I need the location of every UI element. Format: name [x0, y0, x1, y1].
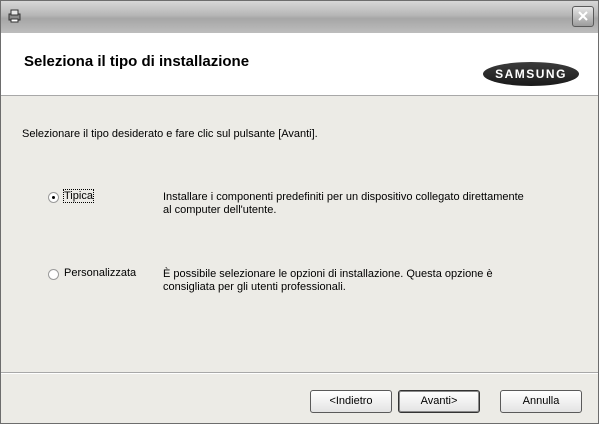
page-title: Seleziona il tipo di installazione — [24, 53, 250, 70]
title-bar[interactable] — [1, 1, 598, 33]
installer-dialog: Seleziona il tipo di installazione SAMSU… — [0, 0, 599, 424]
back-button[interactable]: <Indietro — [310, 390, 392, 413]
radio-personalizzata[interactable] — [48, 269, 59, 280]
installer-icon — [8, 9, 21, 23]
header-panel: Seleziona il tipo di installazione SAMSU… — [1, 33, 598, 96]
option-tipica-label[interactable]: Tipica — [63, 189, 94, 203]
option-tipica-description: Installare i componenti predefiniti per … — [163, 191, 563, 217]
next-button[interactable]: Avanti> — [398, 390, 480, 413]
instruction-text: Selezionare il tipo desiderato e fare cl… — [22, 128, 318, 140]
description-line: consigliata per gli utenti professionali… — [163, 281, 346, 293]
description-line: È possibile selezionare le opzioni di in… — [163, 268, 493, 280]
description-line: Installare i componenti predefiniti per … — [163, 191, 524, 203]
radio-tipica[interactable] — [48, 192, 59, 203]
cancel-button[interactable]: Annulla — [500, 390, 582, 413]
description-line: al computer dell'utente. — [163, 204, 277, 216]
option-personalizzata-label[interactable]: Personalizzata — [64, 267, 136, 279]
samsung-logo: SAMSUNG — [483, 62, 579, 86]
option-personalizzata-description: È possibile selezionare le opzioni di in… — [163, 268, 563, 294]
close-button[interactable] — [572, 6, 594, 27]
close-icon — [578, 11, 588, 21]
footer-divider — [1, 372, 598, 374]
